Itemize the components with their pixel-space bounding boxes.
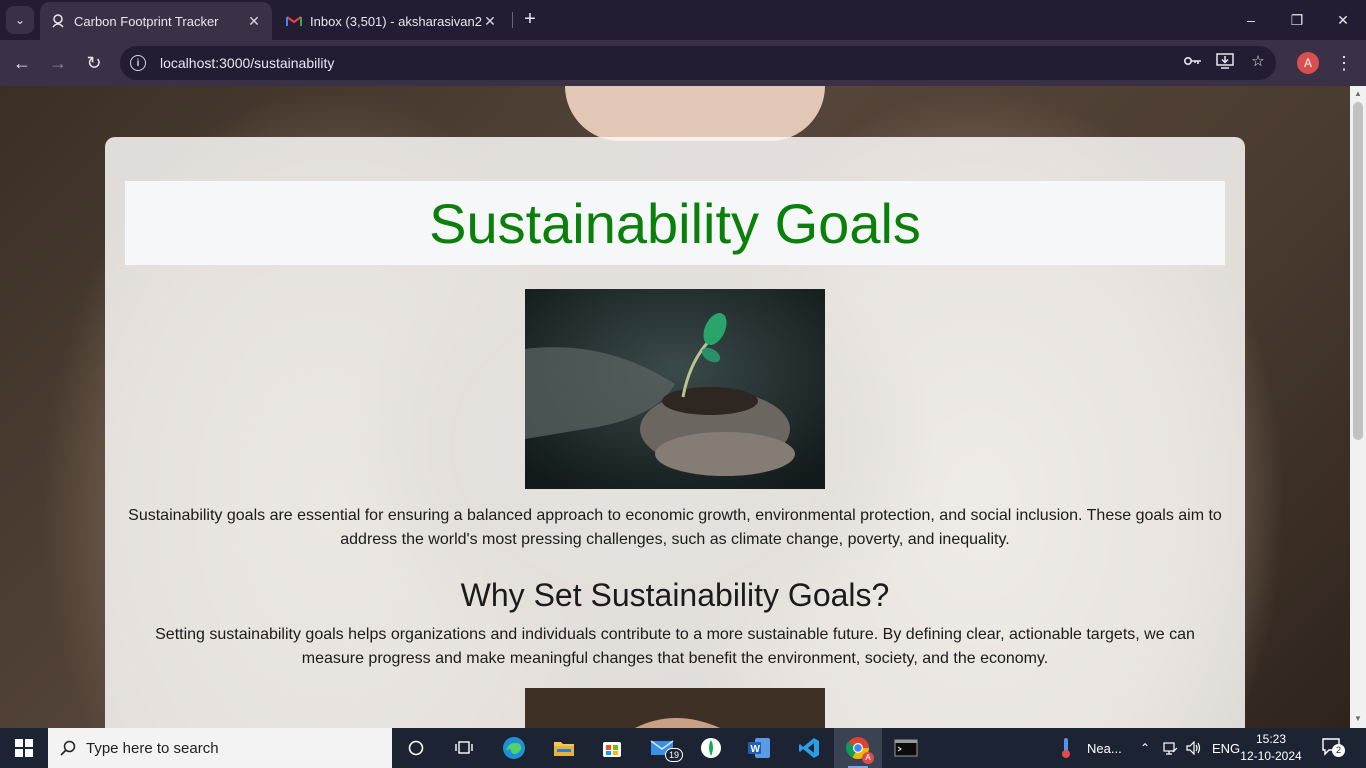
terminal-icon[interactable]	[882, 728, 930, 768]
seedling-in-hands-image	[525, 289, 825, 489]
scroll-up-arrow-icon[interactable]: ▲	[1354, 90, 1362, 98]
mail-icon[interactable]: 19	[638, 728, 686, 768]
window-close-icon[interactable]: ✕	[1320, 0, 1366, 40]
section-paragraph: Setting sustainability goals helps organ…	[155, 626, 1195, 667]
site-info-icon[interactable]: i	[130, 55, 146, 71]
url-text[interactable]: localhost:3000/sustainability	[160, 55, 334, 71]
vscode-icon[interactable]	[785, 728, 833, 768]
tab-separator	[512, 12, 513, 28]
task-view-icon[interactable]	[440, 728, 488, 768]
tab-gmail-inbox[interactable]: Inbox (3,501) - aksharasivan200 ✕	[276, 2, 508, 40]
language-indicator[interactable]: ENG	[1212, 728, 1240, 768]
forward-arrow-icon[interactable]: →	[44, 49, 72, 77]
cortana-icon[interactable]	[392, 728, 440, 768]
tray-overflow-chevron-icon[interactable]: ⌃	[1140, 728, 1150, 768]
title-banner: Sustainability Goals	[125, 181, 1225, 265]
tab-close-icon[interactable]: ✕	[246, 13, 262, 30]
volume-icon[interactable]	[1186, 728, 1202, 768]
edge-browser-icon[interactable]	[490, 728, 538, 768]
background-hands-image	[565, 86, 825, 141]
browser-toolbar: ← → ↻ i localhost:3000/sustainability ☆ …	[0, 40, 1366, 86]
page-scrollbar[interactable]: ▲ ▼	[1350, 86, 1366, 728]
search-placeholder: Type here to search	[86, 739, 219, 757]
scroll-down-arrow-icon[interactable]: ▼	[1354, 715, 1362, 723]
tab-close-icon[interactable]: ✕	[482, 13, 498, 30]
content-card: Sustainability Goals Sustainability goal	[105, 137, 1245, 728]
tab-title: Inbox (3,501) - aksharasivan200	[310, 13, 482, 29]
clock-time: 15:23	[1255, 732, 1287, 746]
minimize-icon[interactable]: –	[1228, 0, 1274, 40]
section-heading: Why Set Sustainability Goals?	[460, 577, 890, 613]
password-key-icon[interactable]	[1182, 50, 1204, 72]
intro-paragraph: Sustainability goals are essential for e…	[128, 507, 1222, 548]
windows-taskbar: Type here to search 19 W A Nea... ⌃ ENG …	[0, 728, 1366, 768]
profile-avatar[interactable]: A	[1297, 52, 1319, 74]
microsoft-word-icon[interactable]: W	[735, 728, 783, 768]
scrollbar-thumb[interactable]	[1353, 102, 1363, 440]
browser-menu-icon[interactable]: ⋮	[1333, 52, 1355, 74]
taskbar-search-box[interactable]: Type here to search	[48, 728, 392, 768]
install-app-icon[interactable]	[1214, 50, 1236, 72]
restore-icon[interactable]: ❐	[1274, 0, 1320, 40]
notification-center-icon[interactable]: 2	[1322, 738, 1346, 758]
page-title: Sustainability Goals	[429, 191, 921, 255]
mail-badge: 19	[665, 748, 684, 762]
mongodb-compass-icon[interactable]	[687, 728, 735, 768]
new-tab-plus-icon[interactable]: +	[518, 8, 542, 32]
tab-title: Carbon Footprint Tracker	[74, 13, 219, 29]
weather-thermometer-icon[interactable]	[1044, 728, 1088, 768]
weather-label[interactable]: Nea...	[1087, 728, 1122, 768]
soil-in-hands-image	[525, 688, 825, 728]
back-arrow-icon[interactable]: ←	[8, 49, 36, 77]
bookmark-star-icon[interactable]: ☆	[1247, 50, 1269, 72]
chrome-profile-badge: A	[862, 752, 874, 764]
clock[interactable]: 15:23 12-10-2024	[1240, 731, 1302, 765]
file-explorer-icon[interactable]	[540, 728, 588, 768]
chrome-icon[interactable]: A	[834, 728, 882, 768]
page-viewport: Sustainability Goals Sustainability goal	[0, 86, 1350, 728]
tab-search-chevron-icon[interactable]: ⌄	[6, 6, 34, 34]
notification-count: 2	[1332, 744, 1345, 757]
windows-start-icon[interactable]	[0, 728, 48, 768]
tab-strip: ⌄ Carbon Footprint Tracker ✕ Inbox (3,50…	[0, 0, 1366, 40]
site-favicon-icon	[50, 13, 66, 29]
network-icon[interactable]	[1162, 728, 1178, 768]
search-icon	[60, 740, 76, 756]
microsoft-store-icon[interactable]	[588, 728, 636, 768]
clock-date: 12-10-2024	[1240, 749, 1302, 763]
reload-icon[interactable]: ↻	[80, 49, 108, 77]
svg-text:W: W	[751, 744, 761, 755]
gmail-icon	[286, 13, 302, 29]
address-bar[interactable]: i localhost:3000/sustainability	[120, 46, 1276, 80]
tab-carbon-footprint-tracker[interactable]: Carbon Footprint Tracker ✕	[40, 2, 272, 40]
